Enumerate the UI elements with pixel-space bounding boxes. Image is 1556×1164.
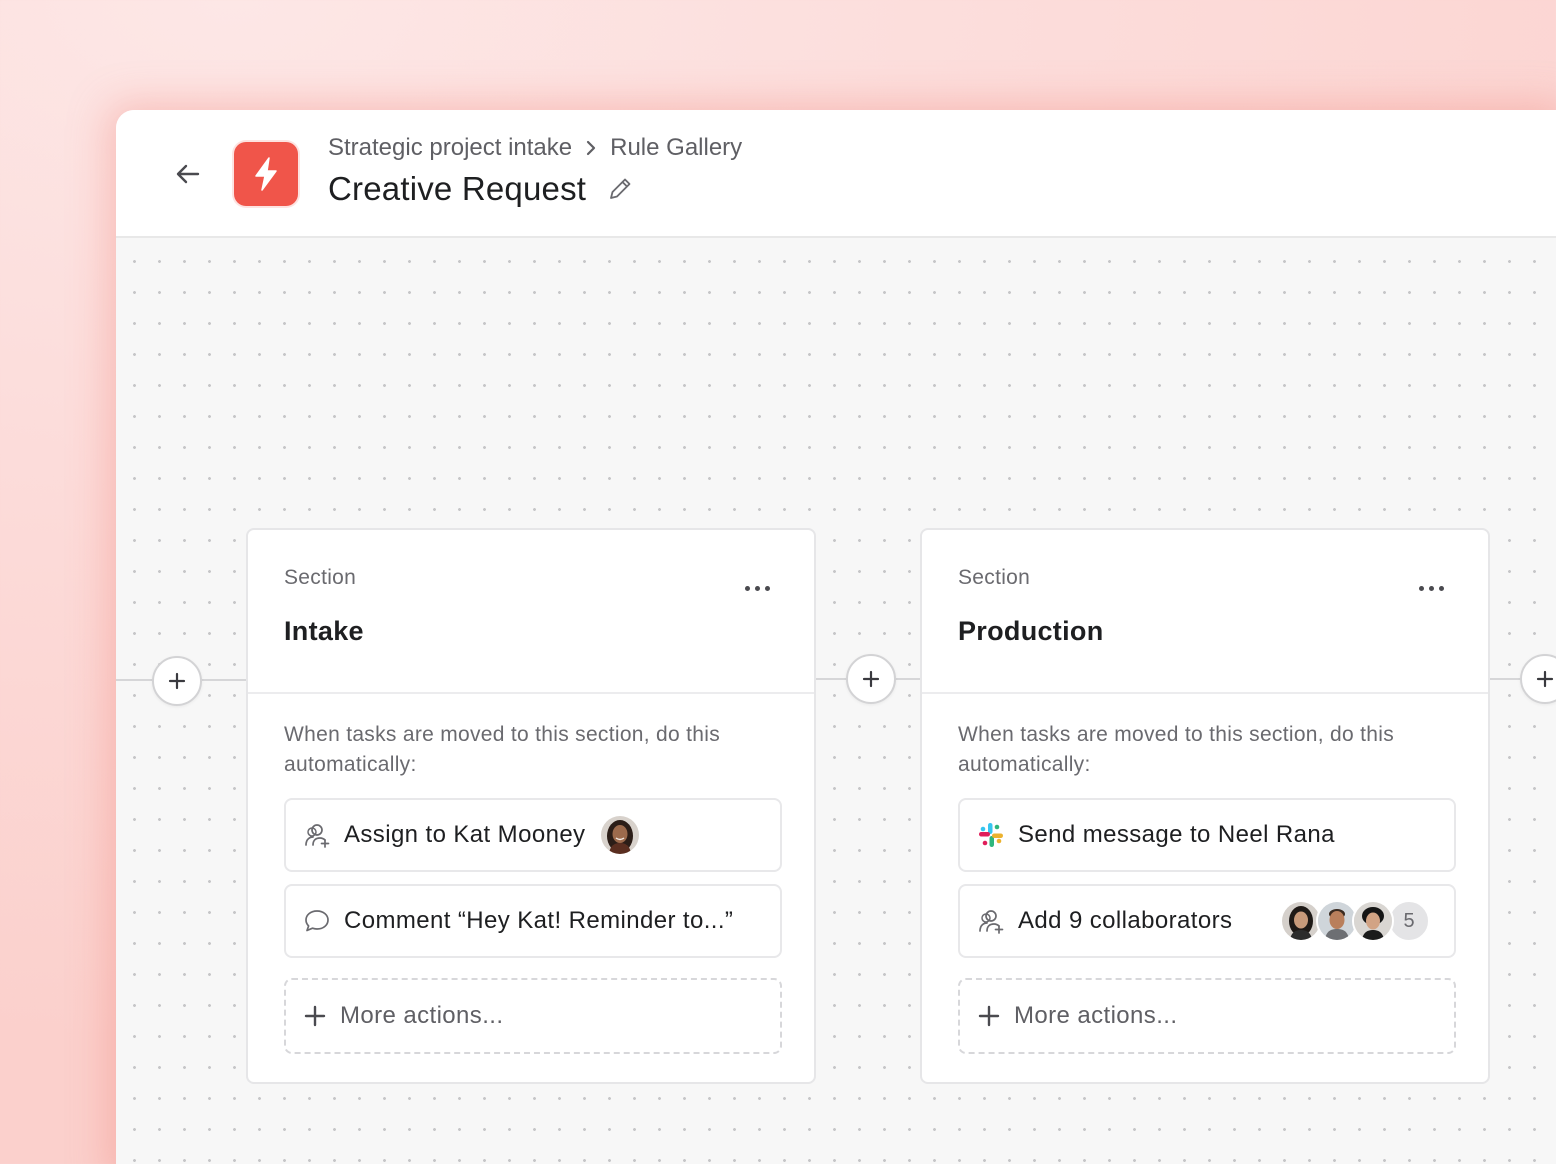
connector-line bbox=[892, 678, 922, 680]
action-assign[interactable]: Assign to Kat Mooney bbox=[284, 798, 782, 872]
breadcrumb-rule-gallery-link[interactable]: Rule Gallery bbox=[610, 134, 742, 162]
section-name: Intake bbox=[284, 616, 364, 646]
rules-canvas: Section Intake When tasks are moved to t… bbox=[116, 238, 1556, 1164]
add-collaborators-icon bbox=[976, 906, 1006, 936]
slack-icon bbox=[976, 820, 1006, 850]
title-row: Creative Request bbox=[328, 170, 634, 208]
more-options-button[interactable] bbox=[1415, 582, 1448, 595]
page-header: Strategic project intake Rule Gallery Cr… bbox=[116, 110, 1556, 238]
action-label: Comment “Hey Kat! Reminder to...” bbox=[344, 907, 734, 934]
app-window: Strategic project intake Rule Gallery Cr… bbox=[116, 110, 1556, 1164]
rule-description: When tasks are moved to this section, do… bbox=[284, 723, 721, 776]
more-actions-label: More actions... bbox=[1014, 1002, 1178, 1029]
plus-icon bbox=[168, 672, 186, 690]
add-section-button[interactable] bbox=[152, 656, 202, 706]
connector-line bbox=[1490, 678, 1522, 680]
breadcrumb-project-link[interactable]: Strategic project intake bbox=[328, 134, 572, 162]
section-label: Section bbox=[284, 566, 357, 589]
section-name: Production bbox=[958, 616, 1104, 646]
section-card-header: Section Intake bbox=[248, 530, 814, 694]
page-title: Creative Request bbox=[328, 170, 587, 207]
action-add-collaborators[interactable]: Add 9 collaborators 5 bbox=[958, 884, 1456, 958]
plus-icon bbox=[862, 670, 880, 688]
section-card-intake: Section Intake When tasks are moved to t… bbox=[246, 528, 816, 1084]
assign-user-icon bbox=[302, 820, 332, 850]
edit-title-button[interactable] bbox=[606, 175, 634, 203]
collaborator-avatars: 5 bbox=[1280, 900, 1430, 942]
add-section-button[interactable] bbox=[846, 654, 896, 704]
connector-line bbox=[816, 678, 848, 680]
more-actions-button[interactable]: More actions... bbox=[284, 978, 782, 1054]
section-card-body: When tasks are moved to this section, do… bbox=[248, 694, 814, 1054]
lightning-bolt-icon bbox=[255, 157, 277, 191]
action-comment[interactable]: Comment “Hey Kat! Reminder to...” bbox=[284, 884, 782, 958]
ellipsis-icon bbox=[745, 586, 750, 591]
comment-bubble-icon bbox=[302, 906, 332, 936]
extra-collaborators-count: 5 bbox=[1388, 900, 1430, 942]
rule-description: When tasks are moved to this section, do… bbox=[958, 723, 1395, 776]
add-section-button[interactable] bbox=[1520, 654, 1556, 704]
action-slack-message[interactable]: Send message to Neel Rana bbox=[958, 798, 1456, 872]
more-actions-button[interactable]: More actions... bbox=[958, 978, 1456, 1054]
rule-app-icon bbox=[234, 142, 298, 206]
section-card-production: Section Production When tasks are moved … bbox=[920, 528, 1490, 1084]
more-actions-label: More actions... bbox=[340, 1002, 504, 1029]
back-button[interactable] bbox=[170, 156, 206, 192]
section-label: Section bbox=[958, 566, 1031, 589]
plus-icon bbox=[978, 1005, 1000, 1027]
plus-icon bbox=[304, 1005, 326, 1027]
more-options-button[interactable] bbox=[741, 582, 774, 595]
ellipsis-icon bbox=[1419, 586, 1424, 591]
breadcrumb: Strategic project intake Rule Gallery bbox=[328, 134, 742, 162]
action-label: Assign to Kat Mooney bbox=[344, 821, 586, 848]
collaborator-avatar bbox=[1352, 900, 1394, 942]
pencil-icon bbox=[610, 178, 631, 199]
section-card-body: When tasks are moved to this section, do… bbox=[922, 694, 1488, 1054]
chevron-right-icon bbox=[584, 139, 598, 157]
action-label: Send message to Neel Rana bbox=[1018, 821, 1335, 848]
plus-icon bbox=[1536, 670, 1554, 688]
section-card-header: Section Production bbox=[922, 530, 1488, 694]
connector-line bbox=[116, 679, 154, 681]
action-label: Add 9 collaborators bbox=[1018, 907, 1233, 934]
kat-mooney-avatar bbox=[599, 814, 642, 856]
connector-line bbox=[200, 679, 246, 681]
arrow-left-icon bbox=[176, 164, 200, 184]
